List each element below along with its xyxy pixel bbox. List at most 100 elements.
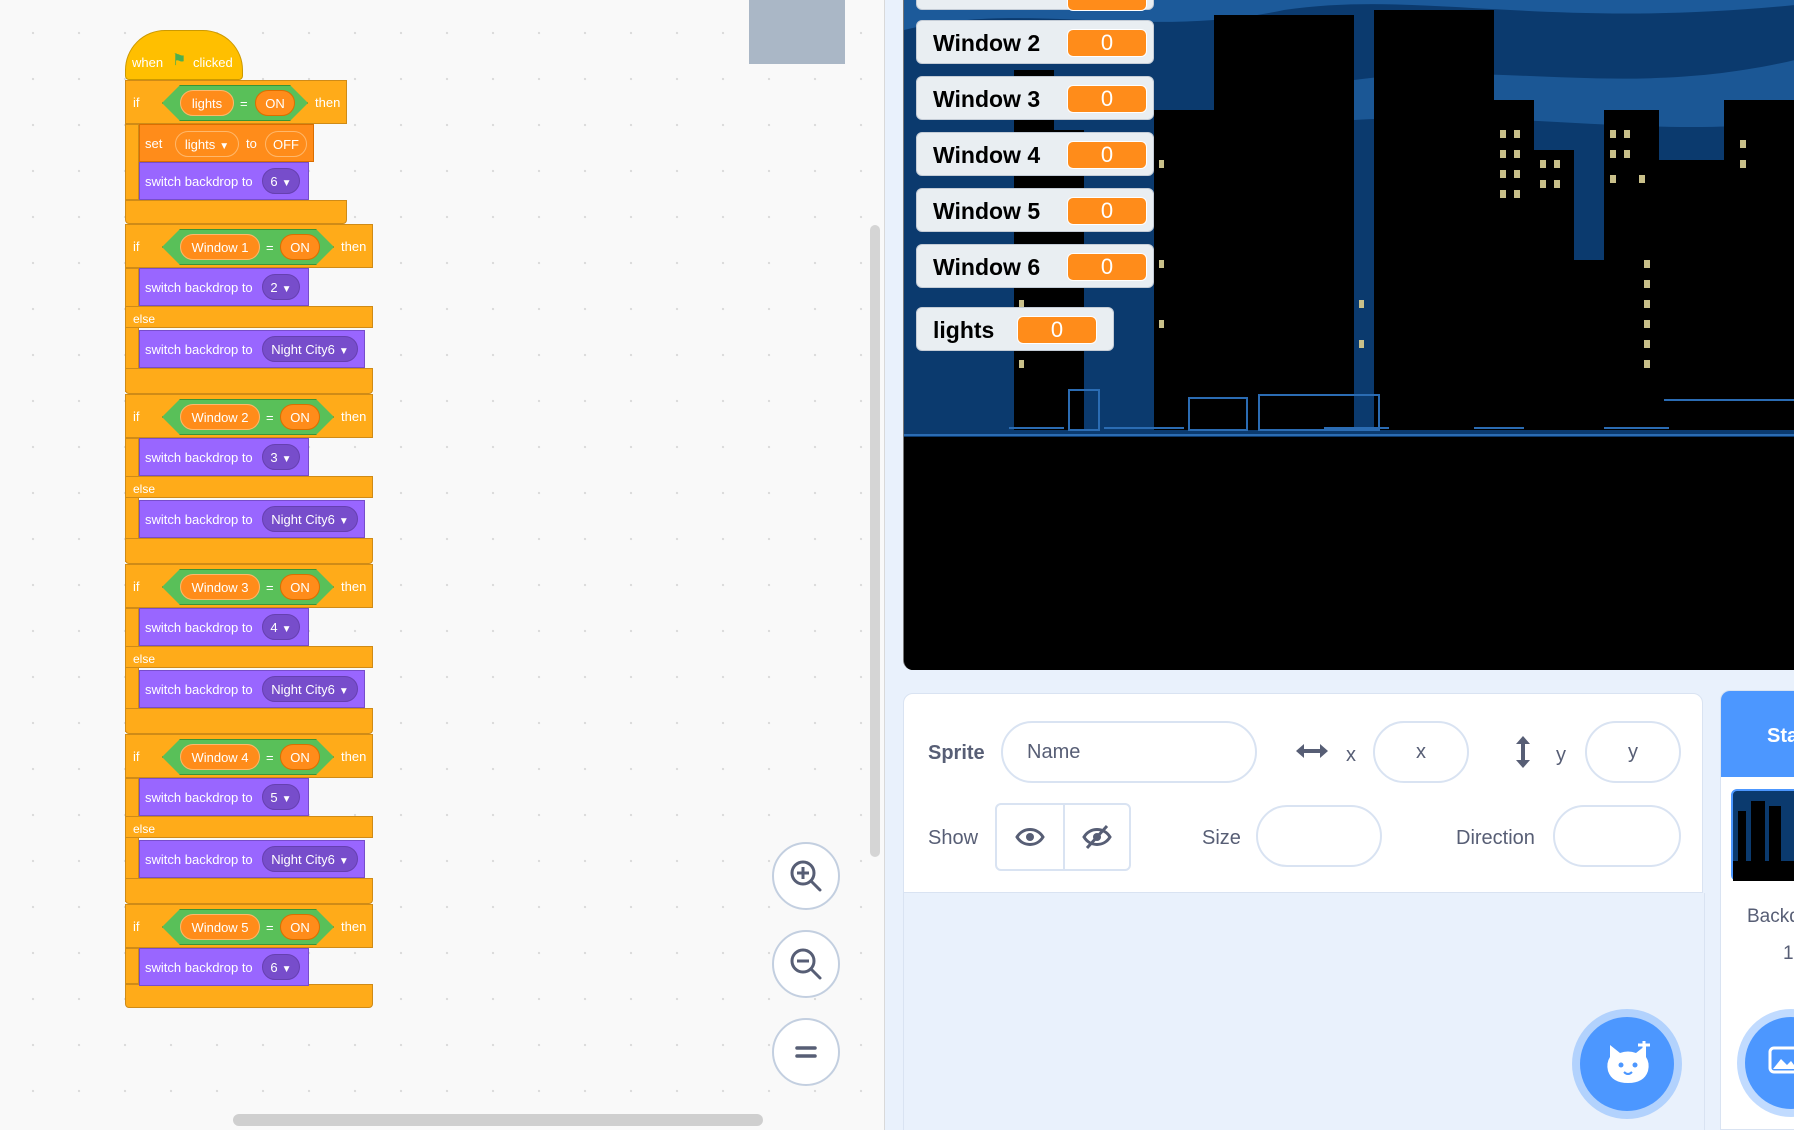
equals-sign: =: [266, 410, 274, 425]
window-5-reporter[interactable]: Window 5: [180, 914, 260, 940]
visibility-toggle: [995, 803, 1131, 871]
choose-sprite-button[interactable]: [1580, 1017, 1674, 1111]
zoom-reset-button[interactable]: [772, 1018, 840, 1086]
on-value[interactable]: ON: [280, 914, 320, 940]
chevron-down-icon: ▼: [281, 178, 292, 189]
backdrop-dropdown[interactable]: Night City6 ▼: [262, 846, 358, 872]
then-label: then: [341, 239, 367, 254]
x-label: x: [1346, 744, 1356, 766]
window-2-reporter[interactable]: Window 2: [180, 404, 260, 430]
on-value[interactable]: ON: [280, 234, 320, 260]
window-4-reporter[interactable]: Window 4: [180, 744, 260, 770]
variable-monitor-window-3[interactable]: Window 3 0: [916, 76, 1154, 120]
hide-button[interactable]: [1065, 805, 1129, 869]
hat-clicked-label: clicked: [193, 55, 233, 70]
vertical-arrows-icon: [1516, 736, 1530, 768]
chevron-down-icon: ▼: [219, 141, 230, 152]
off-value-input[interactable]: OFF: [265, 131, 307, 157]
size-field[interactable]: [1256, 805, 1382, 867]
else-label: else: [133, 652, 156, 666]
switch-backdrop-label: switch backdrop to: [145, 280, 253, 295]
equals-sign: =: [266, 920, 274, 935]
stage-thumbnail: [749, 0, 845, 64]
window-3-reporter[interactable]: Window 3: [180, 574, 260, 600]
variable-monitor-window-5[interactable]: Window 5 0: [916, 188, 1154, 232]
cat-plus-icon: [1607, 1041, 1650, 1083]
then-label: then: [315, 95, 341, 110]
backdrop-dropdown[interactable]: 6 ▼: [262, 954, 300, 980]
then-label: then: [341, 919, 367, 934]
backdrop-dropdown[interactable]: Night City6 ▼: [262, 506, 358, 532]
backdrop-dropdown[interactable]: Night City6 ▼: [262, 336, 358, 362]
chevron-down-icon: ▼: [338, 516, 349, 527]
show-button[interactable]: [997, 805, 1065, 869]
variable-monitor-window-1[interactable]: [916, 0, 1154, 11]
chevron-down-icon: ▼: [338, 686, 349, 697]
sprite-label: Sprite: [928, 742, 985, 764]
on-value[interactable]: ON: [280, 404, 320, 430]
horizontal-scrollbar[interactable]: [233, 1114, 763, 1126]
on-value[interactable]: ON: [280, 574, 320, 600]
switch-backdrop-label: switch backdrop to: [145, 790, 253, 805]
else-label: else: [133, 482, 156, 496]
image-icon: [1768, 1046, 1794, 1074]
eye-icon: [1015, 828, 1045, 846]
backdrop-dropdown[interactable]: Night City6 ▼: [262, 676, 358, 702]
else-label: else: [133, 822, 156, 836]
backdrop-count: 1: [1783, 943, 1794, 964]
backdrop-dropdown[interactable]: 4 ▼: [262, 614, 300, 640]
if-label: if: [133, 95, 140, 110]
backdrop-dropdown[interactable]: 3 ▼: [262, 444, 300, 470]
backdrop-dropdown[interactable]: 5 ▼: [262, 784, 300, 810]
chevron-down-icon: ▼: [338, 346, 349, 357]
equals-sign: =: [266, 240, 274, 255]
direction-label: Direction: [1456, 827, 1535, 849]
equals-sign: =: [240, 96, 248, 111]
window-1-reporter[interactable]: Window 1: [180, 234, 260, 260]
stage-panel[interactable]: Sta Backd 1: [1720, 690, 1794, 1130]
variable-monitor-window-2[interactable]: Window 2 0: [916, 20, 1154, 64]
choose-backdrop-button[interactable]: [1745, 1017, 1794, 1109]
lights-reporter[interactable]: lights: [180, 90, 234, 116]
direction-field[interactable]: [1553, 805, 1681, 867]
then-label: then: [341, 409, 367, 424]
zoom-out-button[interactable]: [772, 930, 840, 998]
variable-dropdown[interactable]: lights ▼: [175, 131, 239, 157]
green-flag-icon: ⚑: [172, 52, 187, 69]
switch-backdrop-label: switch backdrop to: [145, 852, 253, 867]
chevron-down-icon: ▼: [281, 624, 292, 635]
code-workspace[interactable]: when ⚑ clicked if lights = ON then set l…: [0, 0, 885, 1130]
chevron-down-icon: ▼: [281, 284, 292, 295]
vertical-scrollbar[interactable]: [870, 225, 880, 857]
zoom-out-icon: [790, 948, 822, 980]
equals-icon: [795, 1046, 817, 1058]
if-label: if: [133, 409, 140, 424]
show-label: Show: [928, 827, 979, 849]
variable-monitor-window-4[interactable]: Window 4 0: [916, 132, 1154, 176]
variable-monitor-lights[interactable]: lights 0: [916, 307, 1114, 351]
then-label: then: [341, 579, 367, 594]
switch-backdrop-label: switch backdrop to: [145, 342, 253, 357]
sprite-list-area[interactable]: [903, 893, 1705, 1130]
on-value[interactable]: ON: [255, 90, 295, 116]
zoom-in-button[interactable]: [772, 842, 840, 910]
stage[interactable]: Window 2 0 Window 3 0 Window 4 0 Window …: [903, 0, 1794, 670]
on-value[interactable]: ON: [280, 744, 320, 770]
if-label: if: [133, 919, 140, 934]
set-label: set: [145, 136, 163, 151]
backdrop-dropdown[interactable]: 6 ▼: [262, 168, 300, 194]
chevron-down-icon: ▼: [281, 454, 292, 465]
stage-thumbnail-preview[interactable]: [1731, 789, 1794, 881]
switch-backdrop-label: switch backdrop to: [145, 174, 253, 189]
city-thumbnail: [1733, 801, 1794, 881]
if-label: if: [133, 749, 140, 764]
switch-backdrop-label: switch backdrop to: [145, 960, 253, 975]
sprite-name-field[interactable]: Name: [1001, 721, 1257, 783]
x-field[interactable]: x: [1373, 721, 1469, 783]
else-label: else: [133, 312, 156, 326]
if-label: if: [133, 579, 140, 594]
backdrop-dropdown[interactable]: 2 ▼: [262, 274, 300, 300]
sprite-info-panel: Sprite Name x x y y Show Size Direction: [903, 693, 1703, 893]
variable-monitor-window-6[interactable]: Window 6 0: [916, 244, 1154, 288]
y-field[interactable]: y: [1585, 721, 1681, 783]
